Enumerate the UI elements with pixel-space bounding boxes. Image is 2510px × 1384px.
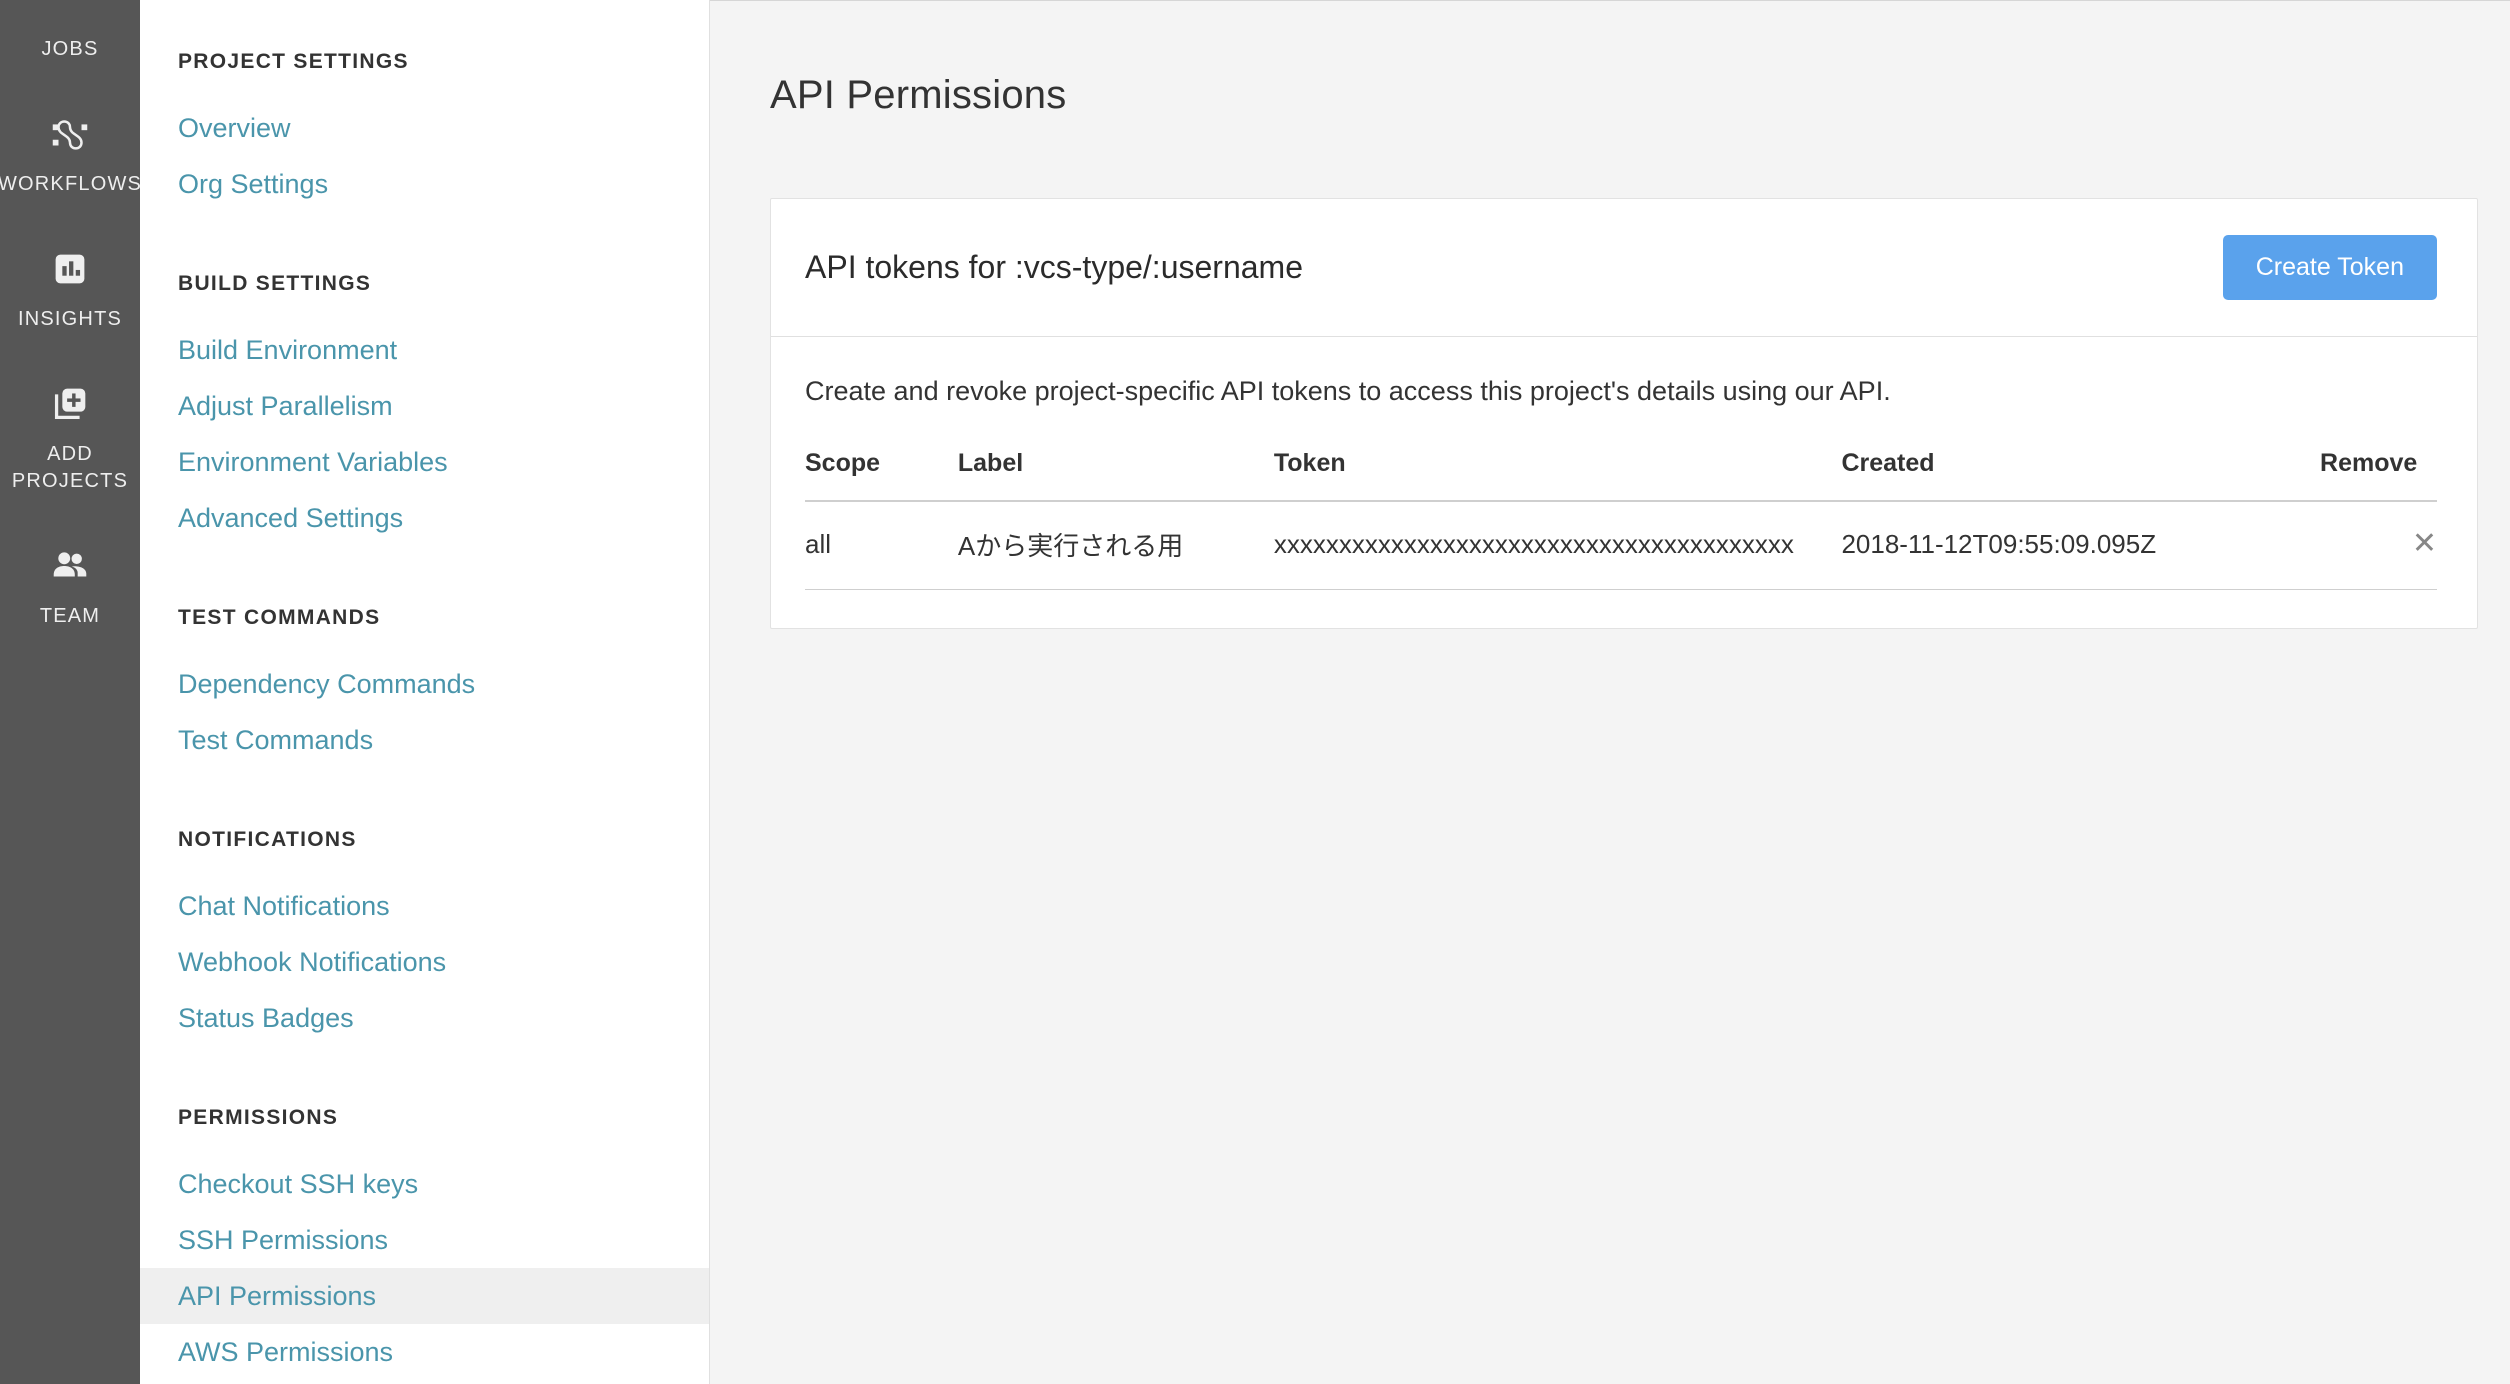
nav-section-permissions: PERMISSIONS Checkout SSH keys SSH Permis…	[140, 1066, 709, 1380]
column-header-token: Token	[1273, 449, 1842, 502]
cell-label: Aから実行される用	[957, 501, 1274, 590]
main-content: API Permissions API tokens for :vcs-type…	[710, 0, 2510, 1384]
sidebar-item-aws-permissions[interactable]: AWS Permissions	[140, 1324, 709, 1380]
cell-scope: all	[805, 501, 958, 590]
sidebar-item-ssh-permissions[interactable]: SSH Permissions	[140, 1212, 709, 1268]
page-title: API Permissions	[770, 73, 1067, 117]
nav-section-heading: NOTIFICATIONS	[178, 828, 357, 851]
sidebar-item-chat-notifications[interactable]: Chat Notifications	[140, 878, 709, 934]
sidebar-item-build-environment[interactable]: Build Environment	[140, 322, 709, 378]
app-root: JOBS WORKFLOWS INSIGHTS ADD PROJECTS TEA…	[0, 0, 2510, 1384]
sidebar-item-webhook-notifications[interactable]: Webhook Notifications	[140, 934, 709, 990]
api-tokens-card: API tokens for :vcs-type/:username Creat…	[770, 198, 2478, 629]
rail-item-label: JOBS	[41, 38, 99, 60]
sidebar-item-environment-variables[interactable]: Environment Variables	[140, 434, 709, 490]
table-header-row: Scope Label Token Created Remove	[805, 449, 2437, 502]
create-token-button[interactable]: Create Token	[2222, 235, 2437, 300]
nav-section-heading: BUILD SETTINGS	[178, 272, 372, 295]
workflows-icon	[47, 111, 93, 157]
close-icon[interactable]: ✕	[2412, 529, 2437, 559]
settings-sidebar: PROJECT SETTINGS Overview Org Settings B…	[140, 0, 710, 1384]
nav-section-heading: PROJECT SETTINGS	[178, 50, 409, 73]
nav-section-build-settings: BUILD SETTINGS Build Environment Adjust …	[140, 232, 709, 546]
column-header-remove: Remove	[2320, 449, 2437, 502]
card-description: Create and revoke project-specific API t…	[805, 376, 1891, 406]
card-title: API tokens for :vcs-type/:username	[805, 249, 1303, 285]
column-header-created: Created	[1841, 449, 2321, 502]
rail-item-label: TEAM	[39, 605, 101, 627]
rail-item-label: ADD PROJECTS	[11, 443, 129, 492]
sidebar-item-api-permissions[interactable]: API Permissions	[140, 1268, 709, 1324]
cell-token: xxxxxxxxxxxxxxxxxxxxxxxxxxxxxxxxxxxxxxxx	[1273, 501, 1842, 590]
nav-section-heading: PERMISSIONS	[178, 1106, 339, 1129]
rail-item-team[interactable]: TEAM	[0, 521, 140, 656]
column-header-scope: Scope	[805, 449, 958, 502]
primary-icon-rail: JOBS WORKFLOWS INSIGHTS ADD PROJECTS TEA…	[0, 0, 140, 1384]
nav-section-project-settings: PROJECT SETTINGS Overview Org Settings	[140, 50, 709, 212]
sidebar-item-dependency-commands[interactable]: Dependency Commands	[140, 656, 709, 712]
sidebar-item-adjust-parallelism[interactable]: Adjust Parallelism	[140, 378, 709, 434]
sidebar-item-test-commands[interactable]: Test Commands	[140, 712, 709, 768]
rail-item-add-projects[interactable]: ADD PROJECTS	[0, 359, 140, 521]
insights-icon	[47, 246, 93, 292]
card-body: Create and revoke project-specific API t…	[771, 337, 2477, 628]
rail-item-jobs[interactable]: JOBS	[0, 0, 140, 89]
nav-section-test-commands: TEST COMMANDS Dependency Commands Test C…	[140, 566, 709, 768]
team-icon	[47, 543, 93, 589]
sidebar-item-advanced-settings[interactable]: Advanced Settings	[140, 490, 709, 546]
api-tokens-table: Scope Label Token Created Remove all Aから…	[805, 449, 2437, 590]
sidebar-item-status-badges[interactable]: Status Badges	[140, 990, 709, 1046]
rail-item-insights[interactable]: INSIGHTS	[0, 224, 140, 359]
rail-item-label: INSIGHTS	[17, 308, 123, 330]
cell-remove: ✕	[2320, 501, 2437, 590]
sidebar-item-org-settings[interactable]: Org Settings	[140, 156, 709, 212]
cell-created: 2018-11-12T09:55:09.095Z	[1841, 501, 2321, 590]
nav-section-heading: TEST COMMANDS	[178, 606, 381, 629]
rail-item-workflows[interactable]: WORKFLOWS	[0, 89, 140, 224]
column-header-label: Label	[957, 449, 1274, 502]
nav-section-notifications: NOTIFICATIONS Chat Notifications Webhook…	[140, 788, 709, 1046]
rail-item-label: WORKFLOWS	[0, 173, 140, 195]
table-head: Scope Label Token Created Remove	[805, 449, 2437, 502]
add-projects-icon	[47, 381, 93, 427]
table-row: all Aから実行される用 xxxxxxxxxxxxxxxxxxxxxxxxxx…	[805, 501, 2437, 590]
sidebar-item-overview[interactable]: Overview	[140, 100, 709, 156]
table-body: all Aから実行される用 xxxxxxxxxxxxxxxxxxxxxxxxxx…	[805, 501, 2437, 590]
sidebar-item-checkout-ssh-keys[interactable]: Checkout SSH keys	[140, 1156, 709, 1212]
card-header: API tokens for :vcs-type/:username Creat…	[771, 199, 2477, 337]
